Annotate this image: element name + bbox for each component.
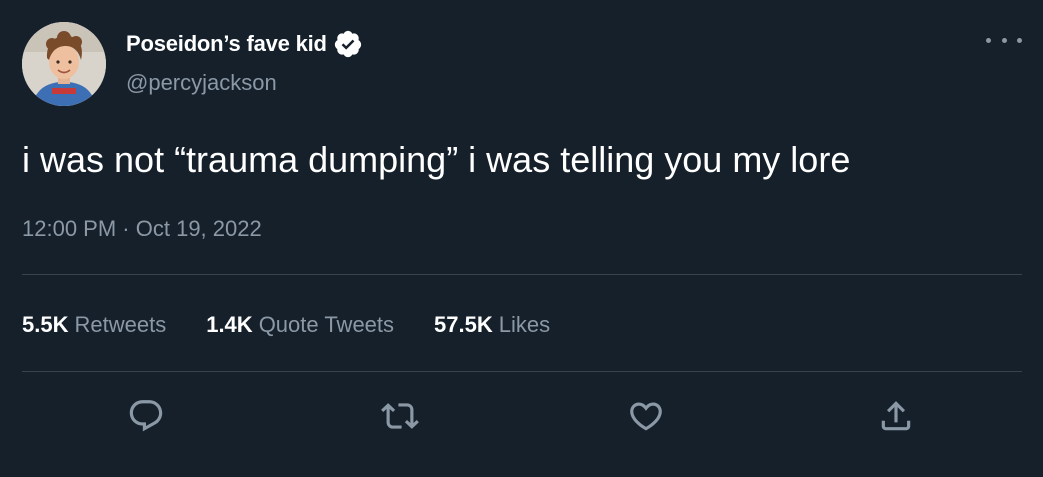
share-button[interactable]: [876, 396, 916, 436]
tweet-card: Poseidon’s fave kid @percyjackson i was …: [0, 0, 1043, 477]
tweet-text: i was not “trauma dumping” i was telling…: [22, 139, 851, 180]
reply-button[interactable]: [126, 396, 166, 436]
tweet-time: 12:00 PM: [22, 216, 117, 241]
author-name-row: Poseidon’s fave kid: [126, 28, 363, 60]
action-bar: [0, 396, 1043, 436]
verified-badge-icon: [333, 29, 363, 59]
likes-count: 57.5K: [434, 312, 493, 337]
quote-tweets-stat[interactable]: 1.4K Quote Tweets: [206, 312, 394, 338]
author-handle[interactable]: @percyjackson: [126, 70, 277, 96]
likes-stat[interactable]: 57.5K Likes: [434, 312, 550, 338]
divider: [22, 274, 1022, 275]
tweet-timestamp[interactable]: 12:00 PM · Oct 19, 2022: [22, 216, 262, 242]
quotes-count: 1.4K: [206, 312, 253, 337]
divider: [22, 371, 1022, 372]
author-display-name[interactable]: Poseidon’s fave kid: [126, 31, 327, 57]
engagement-stats: 5.5K Retweets 1.4K Quote Tweets 57.5K Likes: [22, 308, 590, 342]
heart-icon: [630, 402, 662, 431]
more-dot: [1001, 37, 1007, 43]
reply-icon: [129, 400, 163, 432]
retweet-icon: [381, 403, 419, 429]
quotes-label: Quote Tweets: [258, 312, 395, 337]
likes-label: Likes: [498, 312, 551, 337]
retweets-count: 5.5K: [22, 312, 69, 337]
avatar[interactable]: [22, 22, 106, 106]
tweet-date: Oct 19, 2022: [135, 216, 262, 241]
more-dot: [1017, 37, 1022, 43]
retweets-stat[interactable]: 5.5K Retweets: [22, 312, 166, 338]
avatar-photo-icon: [22, 22, 106, 106]
retweet-button[interactable]: [380, 396, 420, 436]
share-icon: [881, 401, 911, 431]
meta-separator: ·: [122, 216, 130, 241]
retweets-label: Retweets: [74, 312, 167, 337]
more-options-icon[interactable]: [986, 30, 1022, 50]
more-dot: [986, 37, 991, 43]
like-button[interactable]: [626, 396, 666, 436]
